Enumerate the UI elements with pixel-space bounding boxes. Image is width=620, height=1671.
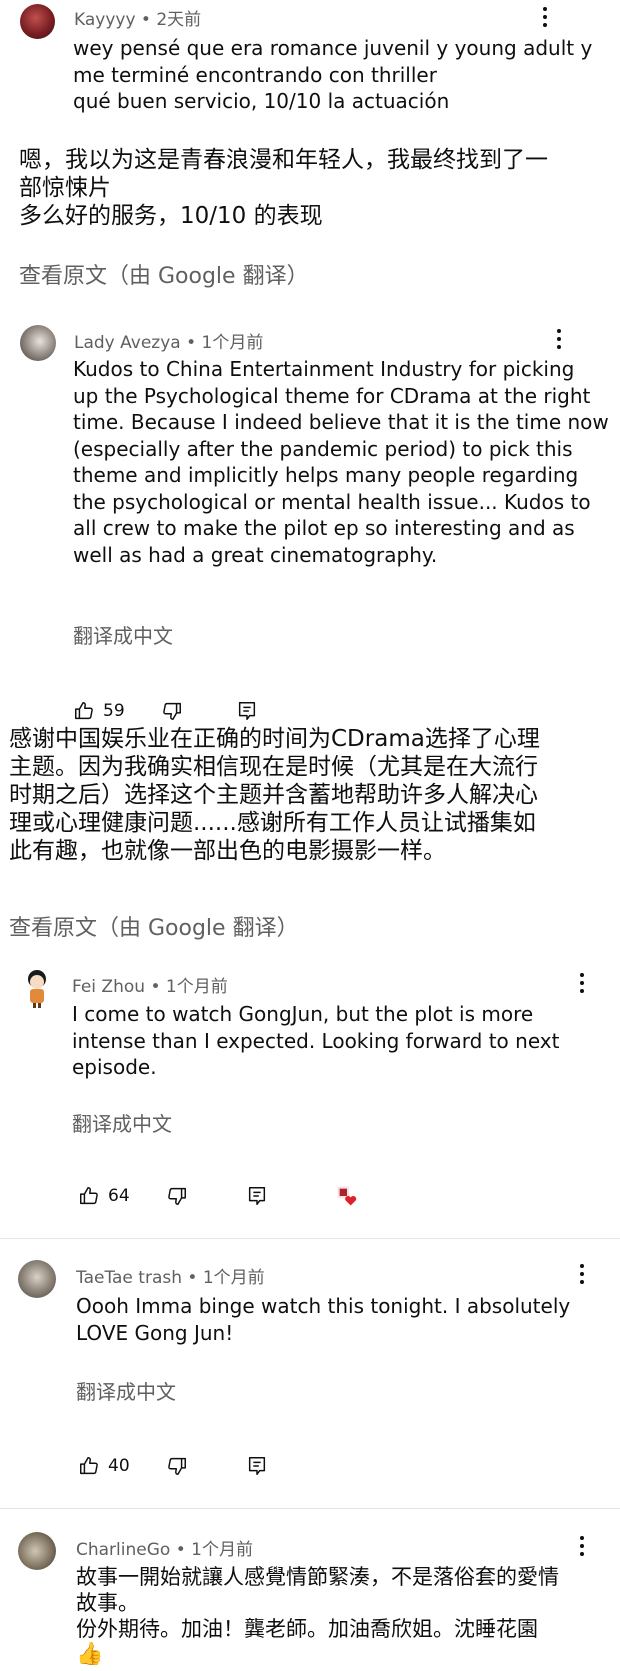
- avatar[interactable]: [20, 325, 56, 361]
- thumb-down-icon: [168, 1457, 186, 1475]
- reply-icon: [238, 702, 256, 720]
- comment-line: I come to watch GongJun, but the plot is…: [72, 1002, 534, 1026]
- reply-icon: [248, 1187, 266, 1205]
- more-vert-icon[interactable]: [575, 972, 589, 994]
- view-original-link[interactable]: 查看原文（由 Google 翻译）: [9, 910, 299, 942]
- like-count: 64: [108, 1186, 130, 1206]
- translated-line: 理或心理健康问题......感谢所有工作人员让试播集如: [9, 810, 536, 836]
- comment-line: the psychological or mental health issue…: [73, 489, 591, 514]
- action-row: 40: [78, 1451, 378, 1481]
- like-count: 59: [103, 701, 125, 721]
- meta-separator: •: [187, 1268, 198, 1288]
- more-vert-icon[interactable]: [538, 6, 552, 28]
- reply-icon: [248, 1457, 266, 1475]
- comment-line: 故事。: [76, 1591, 139, 1615]
- thumb-up-icon: [80, 1187, 98, 1205]
- dislike-button[interactable]: [166, 1181, 188, 1211]
- translate-button[interactable]: 翻译成中文: [73, 620, 173, 649]
- view-original-link[interactable]: 查看原文（由 Google 翻译）: [19, 258, 309, 290]
- dislike-button[interactable]: [166, 1451, 188, 1481]
- avatar[interactable]: [20, 4, 55, 39]
- more-vert-icon[interactable]: [575, 1263, 589, 1285]
- meta-separator: •: [150, 977, 161, 997]
- meta-separator: •: [140, 10, 151, 30]
- translated-text: 嗯，我以为这是青春浪漫和年轻人，我最终找到了一 部惊悚片 多么好的服务，10/1…: [19, 146, 548, 230]
- avatar[interactable]: [20, 968, 54, 1010]
- comment-line: wey pensé que era romance juvenil y youn…: [73, 36, 593, 60]
- comment-meta: CharlineGo • 1个月前: [76, 1535, 253, 1560]
- meta-separator: •: [186, 333, 197, 353]
- like-button[interactable]: 59: [73, 696, 125, 726]
- comment-line: all crew to make the pilot ep so interes…: [73, 516, 575, 540]
- comment-line: well as had a great cinematography.: [73, 542, 438, 567]
- thumbs-up-emoji: 👍: [76, 1642, 104, 1667]
- reply-button[interactable]: [236, 696, 258, 726]
- avatar[interactable]: [18, 1532, 56, 1570]
- cartoon-avatar-icon: [28, 970, 46, 1008]
- reply-button[interactable]: [246, 1181, 268, 1211]
- meta-separator: •: [175, 1540, 186, 1560]
- translated-line: 时期之后）选择这个主题并含蓄地帮助许多人解决心: [9, 782, 538, 808]
- comment-time: 1个月前: [201, 333, 264, 353]
- comment-line: me terminé encontrando con thriller: [73, 62, 437, 87]
- reply-button[interactable]: [246, 1451, 268, 1481]
- comment-line: intense than I expected. Looking forward…: [72, 1028, 560, 1053]
- comment-text: 故事一開始就讓人感覺情節緊湊，不是落俗套的愛情 故事。 份外期待。加油！龔老師。…: [76, 1564, 559, 1668]
- comment-line: Oooh Imma binge watch this tonight. I ab…: [76, 1294, 571, 1318]
- comment-time: 1个月前: [202, 1268, 265, 1288]
- comment-line: 故事一開始就讓人感覺情節緊湊，不是落俗套的愛情: [76, 1565, 559, 1589]
- comment-meta: Kayyyy • 2天前: [74, 5, 201, 30]
- thumb-down-icon: [168, 1187, 186, 1205]
- translated-line: 感谢中国娱乐业在正确的时间为CDrama选择了心理: [9, 726, 540, 752]
- comment-line: qué buen servicio, 10/10 la actuación: [73, 89, 450, 113]
- comment-line: (especially after the pandemic period) t…: [73, 436, 573, 461]
- creator-heart-badge: [336, 1181, 358, 1211]
- translated-line: 此有趣，也就像一部出色的电影摄影一样。: [9, 838, 446, 864]
- comment-line: LOVE Gong Jun!: [76, 1320, 234, 1345]
- comment-meta: TaeTae trash • 1个月前: [76, 1263, 265, 1288]
- comment-text: I come to watch GongJun, but the plot is…: [72, 1001, 559, 1081]
- author-name[interactable]: CharlineGo: [76, 1540, 170, 1560]
- comment-meta: Lady Avezya • 1个月前: [74, 328, 263, 353]
- comment-time: 1个月前: [191, 1540, 253, 1560]
- author-name[interactable]: Lady Avezya: [74, 333, 181, 353]
- action-row: 64: [78, 1181, 398, 1211]
- more-vert-icon[interactable]: [552, 328, 566, 350]
- comment-line: theme and implicitly helps many people r…: [73, 463, 579, 487]
- comment-line: up the Psychological theme for CDrama at…: [73, 383, 591, 408]
- avatar[interactable]: [18, 1260, 56, 1298]
- thumb-down-icon: [163, 702, 181, 720]
- translate-button[interactable]: 翻译成中文: [76, 1376, 176, 1405]
- like-count: 40: [108, 1456, 130, 1476]
- author-name[interactable]: Kayyyy: [74, 10, 136, 30]
- translated-line: 主题。因为我确实相信现在是时候（尤其是在大流行: [9, 754, 538, 780]
- comment-line: 份外期待。加油！龔老師。加油喬欣姐。沈睡花園: [76, 1617, 538, 1641]
- comment-line: episode.: [72, 1055, 157, 1079]
- translated-line: 部惊悚片: [19, 175, 111, 201]
- action-row: 59: [73, 696, 373, 726]
- author-name[interactable]: TaeTae trash: [76, 1268, 182, 1288]
- translate-button[interactable]: 翻译成中文: [72, 1108, 172, 1137]
- translated-text: 感谢中国娱乐业在正确的时间为CDrama选择了心理 主题。因为我确实相信现在是时…: [9, 725, 540, 865]
- dislike-button[interactable]: [161, 696, 183, 726]
- like-button[interactable]: 40: [78, 1451, 130, 1481]
- comment-text: wey pensé que era romance juvenil y youn…: [73, 35, 592, 115]
- author-name[interactable]: Fei Zhou: [72, 977, 145, 997]
- translated-line: 多么好的服务，10/10 的表现: [19, 203, 323, 229]
- divider: [0, 1238, 620, 1239]
- comment-text: Oooh Imma binge watch this tonight. I ab…: [76, 1293, 570, 1346]
- translated-line: 嗯，我以为这是青春浪漫和年轻人，我最终找到了一: [19, 147, 548, 173]
- comment-time: 1个月前: [165, 977, 228, 997]
- creator-heart-icon: [337, 1186, 357, 1206]
- comment-line: Kudos to China Entertainment Industry fo…: [73, 357, 575, 381]
- divider: [0, 1508, 620, 1509]
- thumb-up-icon: [75, 702, 93, 720]
- comment-meta: Fei Zhou • 1个月前: [72, 972, 228, 997]
- comment-time: 2天前: [156, 10, 202, 30]
- comment-text: Kudos to China Entertainment Industry fo…: [73, 356, 609, 568]
- like-button[interactable]: 64: [78, 1181, 130, 1211]
- comment-line: time. Because I indeed believe that it i…: [73, 410, 609, 434]
- more-vert-icon[interactable]: [575, 1535, 589, 1557]
- thumb-up-icon: [80, 1457, 98, 1475]
